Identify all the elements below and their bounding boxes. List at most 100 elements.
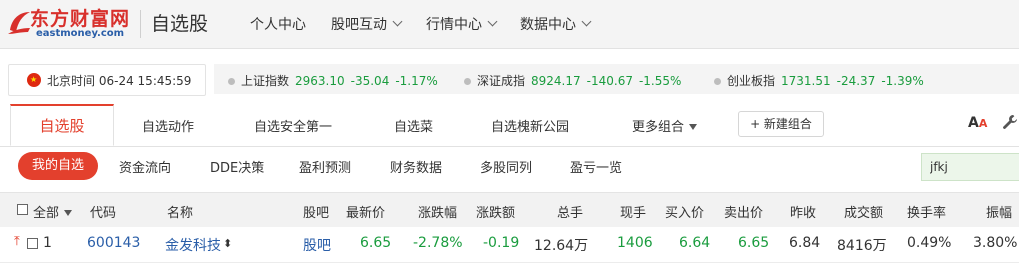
chevron-down-icon [487,16,498,27]
nav-label: 行情中心 [426,17,482,33]
guba-link[interactable]: 股吧 [303,235,331,255]
tab-group-3[interactable]: 自选菜 [394,116,433,135]
status-dot-icon [714,78,721,85]
col-turnover[interactable]: 成交额 [844,202,883,221]
nav-data-center[interactable]: 数据中心 [520,14,592,34]
nav-market-center[interactable]: 行情中心 [426,14,498,34]
col-change-pct[interactable]: 涨跌幅 [418,202,457,221]
stock-name-link[interactable]: 金发科技 [165,235,221,255]
group-tab-row: 自选股 自选动作 自选安全第一 自选菜 自选槐新公园 更多组合 + 新建组合 A… [0,104,1019,147]
clock-date: 06-24 [98,74,134,88]
cell-volume: 12.64万 [534,238,589,254]
col-current-volume[interactable]: 现手 [620,202,646,221]
tab-group-2[interactable]: 自选安全第一 [254,116,332,135]
subtab-multi-stock[interactable]: 多股同列 [480,157,532,176]
cell-bid: 6.64 [679,235,711,251]
col-guba: 股吧 [303,206,330,221]
subtab-my-watchlist[interactable]: 我的自选 [18,152,98,180]
logo-domain[interactable]: eastmoney.com [36,28,124,39]
index-name: 创业板指 [727,74,776,88]
index-price: 2963.10 [295,74,345,88]
index-name: 深证成指 [477,74,526,88]
font-size-toggle[interactable]: AA [968,115,987,131]
subtab-capital-flow[interactable]: 资金流向 [119,157,171,176]
font-large-icon: A [968,115,979,131]
search-input[interactable] [921,153,1019,181]
index-bar: 上证指数 2963.10 -35.04 -1.17% 深证成指 8924.17 -140.… [214,64,1019,94]
col-change-amt[interactable]: 涨跌额 [476,202,515,221]
index-pct: -1.39% [881,74,924,88]
index-pct: -1.17% [395,74,438,88]
index-name: 上证指数 [241,74,290,88]
status-dot-icon [464,78,471,85]
tab-label: 自选股 [39,117,85,135]
nav-label: 数据中心 [520,17,576,33]
cell-last-price: 6.65 [360,235,392,251]
font-small-icon: A [978,117,988,130]
nav-personal-center[interactable]: 个人中心 [250,14,306,34]
sort-handle-icon[interactable]: ⬍ [223,237,232,250]
row-checkbox[interactable] [27,238,38,249]
cell-change-pct: -2.78% [413,235,463,251]
index-pct: -1.55% [638,74,682,88]
col-prev-close[interactable]: 昨收 [790,202,816,221]
tab-my-stocks[interactable]: 自选股 [10,104,114,146]
table-header: 全部 代码 名称 股吧 最新价 涨跌幅 涨跌额 总手 现手 买入价 卖出价 昨收… [0,192,1019,227]
logo-divider [140,10,141,38]
cell-turnover: 8416万 [837,238,887,254]
index-item-chinext[interactable]: 创业板指 1731.51 -24.37 -1.39% [714,72,930,89]
index-item-shanghai[interactable]: 上证指数 2963.10 -35.04 -1.17% [228,72,444,89]
tab-more-groups[interactable]: 更多组合 [632,116,698,135]
cell-prev-close: 6.84 [789,235,821,251]
pin-top-icon[interactable]: ⤒ [14,234,20,249]
clock-label: 北京时间 [47,74,96,88]
col-bid[interactable]: 买入价 [665,202,704,221]
col-ask[interactable]: 卖出价 [724,202,763,221]
beijing-clock: ★ 北京时间 06-24 15:45:59 [8,64,206,96]
col-label: 全部 [33,206,60,221]
subtab-dde[interactable]: DDE决策 [210,157,264,176]
cell-turnover-rate: 0.49% [907,235,952,251]
clock-time: 15:45:59 [137,74,192,88]
china-flag-icon: ★ [27,73,41,87]
tab-group-1[interactable]: 自选动作 [142,116,194,135]
stock-code-link[interactable]: 600143 [87,235,140,251]
select-all-checkbox[interactable] [17,204,28,215]
nav-label: 股吧互动 [331,17,387,33]
new-group-button[interactable]: + 新建组合 [738,111,824,137]
col-code[interactable]: 代码 [90,202,116,221]
index-price: 1731.51 [781,74,831,88]
cell-change-amt: -0.19 [483,235,520,251]
tab-group-4[interactable]: 自选槐新公园 [491,116,569,135]
col-volume[interactable]: 总手 [557,202,583,221]
top-header: 东方财富网 eastmoney.com 自选股 个人中心 股吧互动 行情中心 数… [0,0,1019,49]
caret-down-icon [64,210,73,216]
caret-down-icon [689,124,698,130]
eastmoney-logo-icon [8,12,30,34]
cell-current-volume: 1406 [617,235,653,251]
col-all[interactable]: 全部 [33,202,73,221]
wrench-icon[interactable] [1002,114,1018,130]
row-index: 1 [43,235,52,251]
table-row[interactable]: ⤒ 1 600143 金发科技 ⬍ 股吧 6.65 -2.78% -0.19 1… [0,226,1019,263]
page-title: 自选股 [151,13,209,35]
status-dot-icon [228,78,235,85]
col-turnover-rate[interactable]: 换手率 [907,202,946,221]
subtab-profit-loss[interactable]: 盈亏一览 [570,157,622,176]
subtab-earnings-forecast[interactable]: 盈利预测 [299,157,351,176]
index-change: -24.37 [836,74,876,88]
cell-ask: 6.65 [738,235,770,251]
logo-text[interactable]: 东方财富网 [30,4,130,31]
index-price: 8924.17 [531,74,581,88]
nav-guba[interactable]: 股吧互动 [331,14,403,34]
index-item-shenzhen[interactable]: 深证成指 8924.17 -140.67 -1.55% [464,72,687,89]
clock-text: 北京时间 06-24 15:45:59 [47,72,191,89]
index-change: -140.67 [586,74,633,88]
col-amplitude[interactable]: 振幅 [986,202,1012,221]
col-name[interactable]: 名称 [167,202,193,221]
index-change: -35.04 [350,74,390,88]
nav-label: 个人中心 [250,17,306,33]
col-last-price[interactable]: 最新价 [346,202,385,221]
cell-amplitude: 3.80% [973,235,1018,251]
subtab-financial-data[interactable]: 财务数据 [390,157,442,176]
